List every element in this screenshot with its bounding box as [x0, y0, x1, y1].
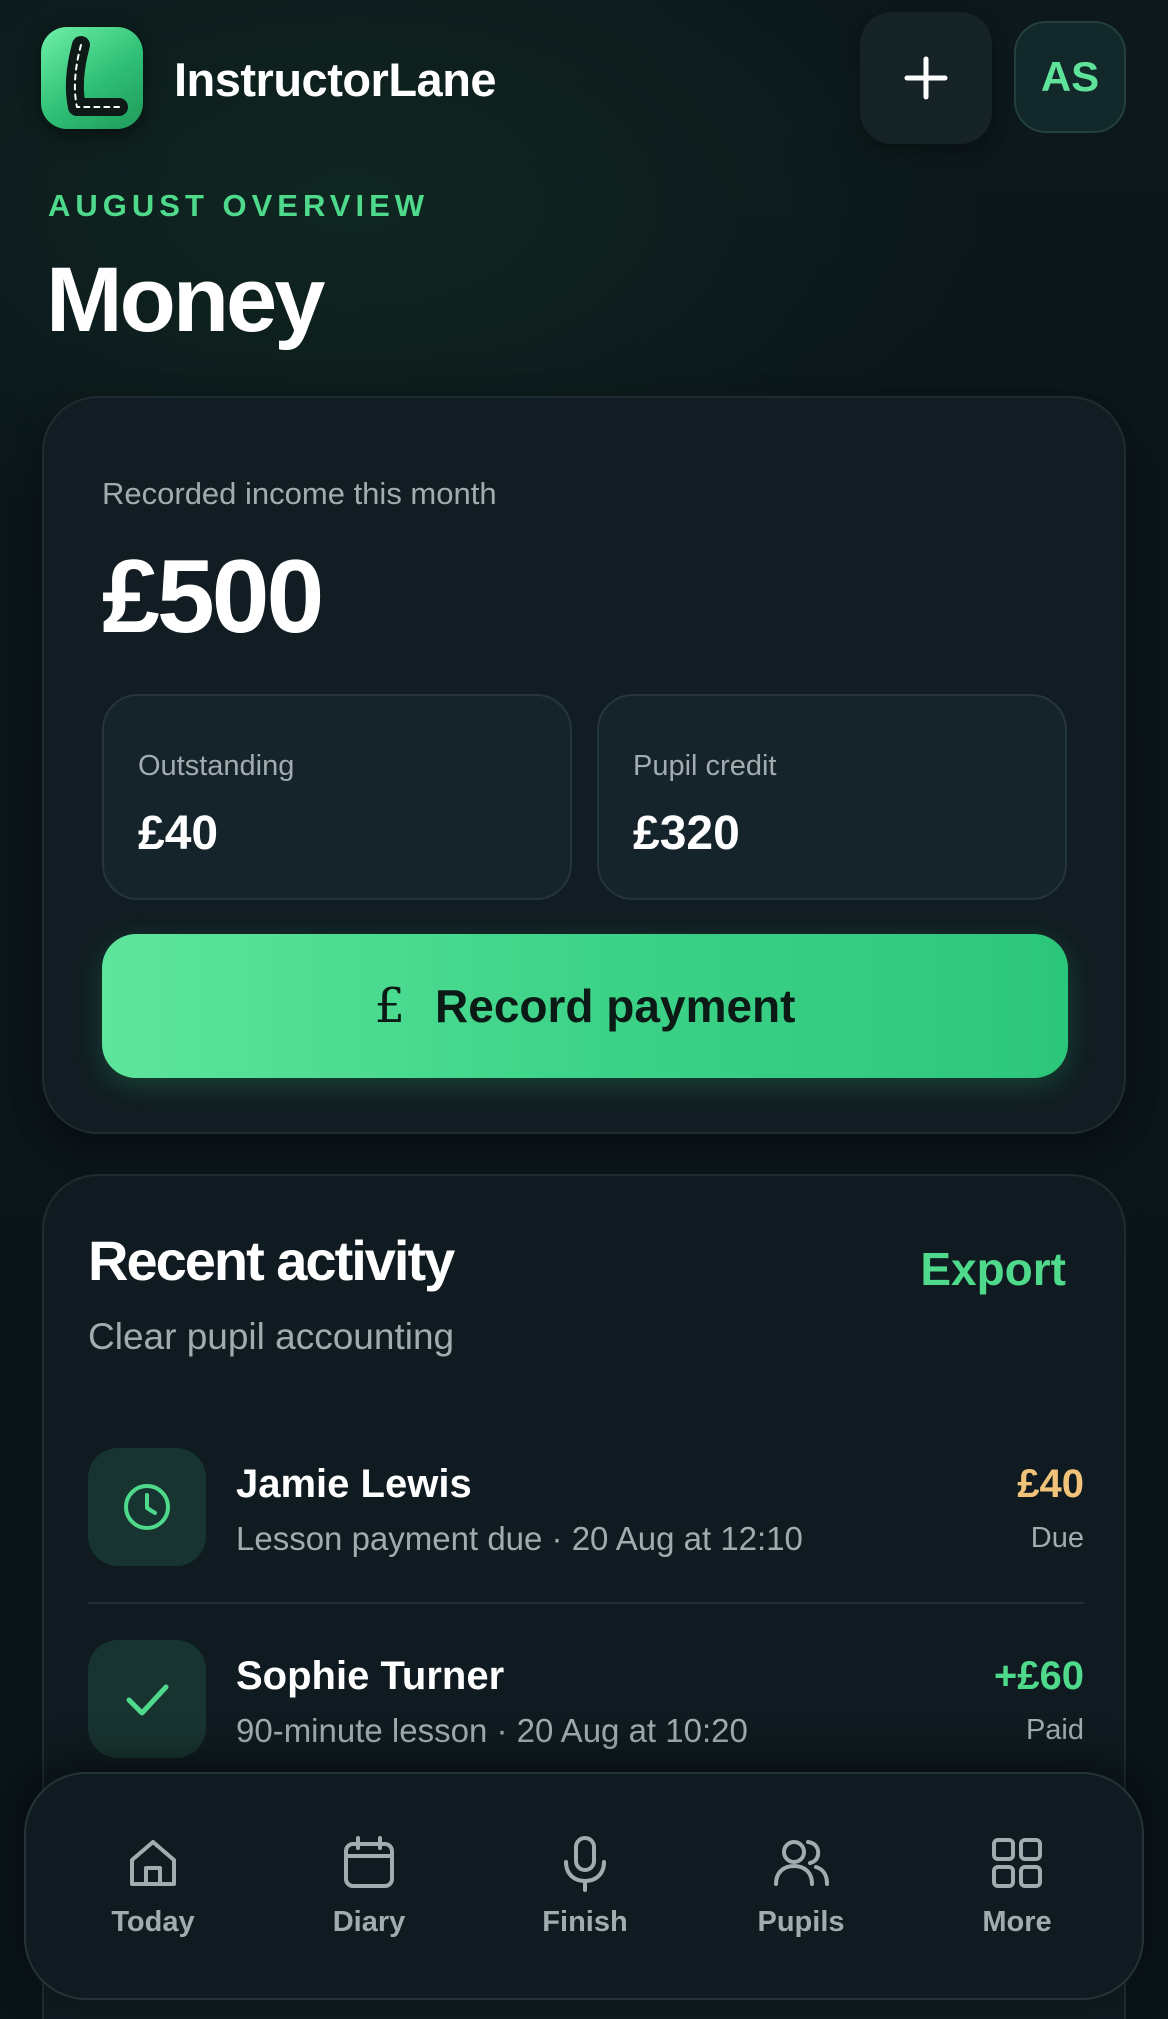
check-icon	[88, 1640, 206, 1758]
plus-icon	[904, 56, 948, 100]
row-pupil-name: Sophie Turner	[236, 1654, 505, 1698]
nav-item-finish[interactable]: Finish	[495, 1774, 675, 2002]
row-pupil-name: Jamie Lewis	[236, 1462, 472, 1506]
record-payment-label: Record payment	[435, 980, 796, 1032]
pound-icon: £	[374, 978, 406, 1034]
nav-item-more[interactable]: More	[927, 1774, 1107, 2002]
activity-row[interactable]: Jamie Lewis Lesson payment due · 20 Aug …	[88, 1448, 1084, 1608]
export-button[interactable]: Export	[920, 1242, 1066, 1296]
income-label: Recorded income this month	[102, 476, 497, 511]
nav-item-today[interactable]: Today	[63, 1774, 243, 2002]
row-status: Paid	[1025, 1714, 1084, 1746]
avatar[interactable]: AS	[1014, 21, 1126, 133]
nav-label-finish: Finish	[542, 1906, 628, 1938]
app-header: InstructorLane AS	[0, 0, 1168, 160]
grid-icon	[992, 1838, 1042, 1888]
pupil-credit-label: Pupil credit	[633, 750, 777, 782]
income-summary-card: Recorded income this month £500 Outstand…	[42, 396, 1126, 1134]
pupil-credit-value: £320	[633, 807, 740, 860]
row-detail: Lesson payment due · 20 Aug at 12:10	[236, 1520, 803, 1557]
row-divider	[88, 1602, 1084, 1604]
record-payment-button[interactable]: £ Record payment	[102, 934, 1068, 1078]
row-amount: +£60	[993, 1654, 1084, 1698]
income-value: £500	[102, 539, 324, 655]
app-name: InstructorLane	[174, 53, 497, 106]
row-status: Due	[1030, 1522, 1084, 1554]
page-eyebrow: AUGUST OVERVIEW	[48, 188, 430, 223]
nav-label-diary: Diary	[332, 1906, 406, 1938]
home-icon	[130, 1840, 176, 1886]
calendar-icon	[344, 1836, 394, 1888]
bottom-nav: Today Diary Finish Pupils More	[24, 1772, 1144, 2000]
page-title: Money	[46, 249, 325, 351]
add-button[interactable]	[860, 12, 992, 144]
users-icon	[774, 1840, 829, 1886]
nav-label-pupils: Pupils	[757, 1906, 845, 1938]
outstanding-label: Outstanding	[138, 750, 295, 782]
nav-label-today: Today	[111, 1906, 195, 1938]
activity-subtitle: Clear pupil accounting	[88, 1316, 455, 1357]
activity-title: Recent activity	[88, 1229, 455, 1292]
row-amount: £40	[1017, 1462, 1084, 1506]
outstanding-value: £40	[138, 807, 219, 860]
clock-icon	[88, 1448, 206, 1566]
nav-item-diary[interactable]: Diary	[279, 1774, 459, 2002]
app-logo-icon[interactable]	[41, 27, 143, 129]
microphone-icon	[564, 1836, 606, 1892]
nav-label-more: More	[982, 1906, 1052, 1938]
outstanding-card[interactable]: Outstanding £40	[102, 694, 572, 900]
pupil-credit-card[interactable]: Pupil credit £320	[597, 694, 1067, 900]
nav-item-pupils[interactable]: Pupils	[711, 1774, 891, 2002]
row-detail: 90-minute lesson · 20 Aug at 10:20	[236, 1712, 748, 1749]
